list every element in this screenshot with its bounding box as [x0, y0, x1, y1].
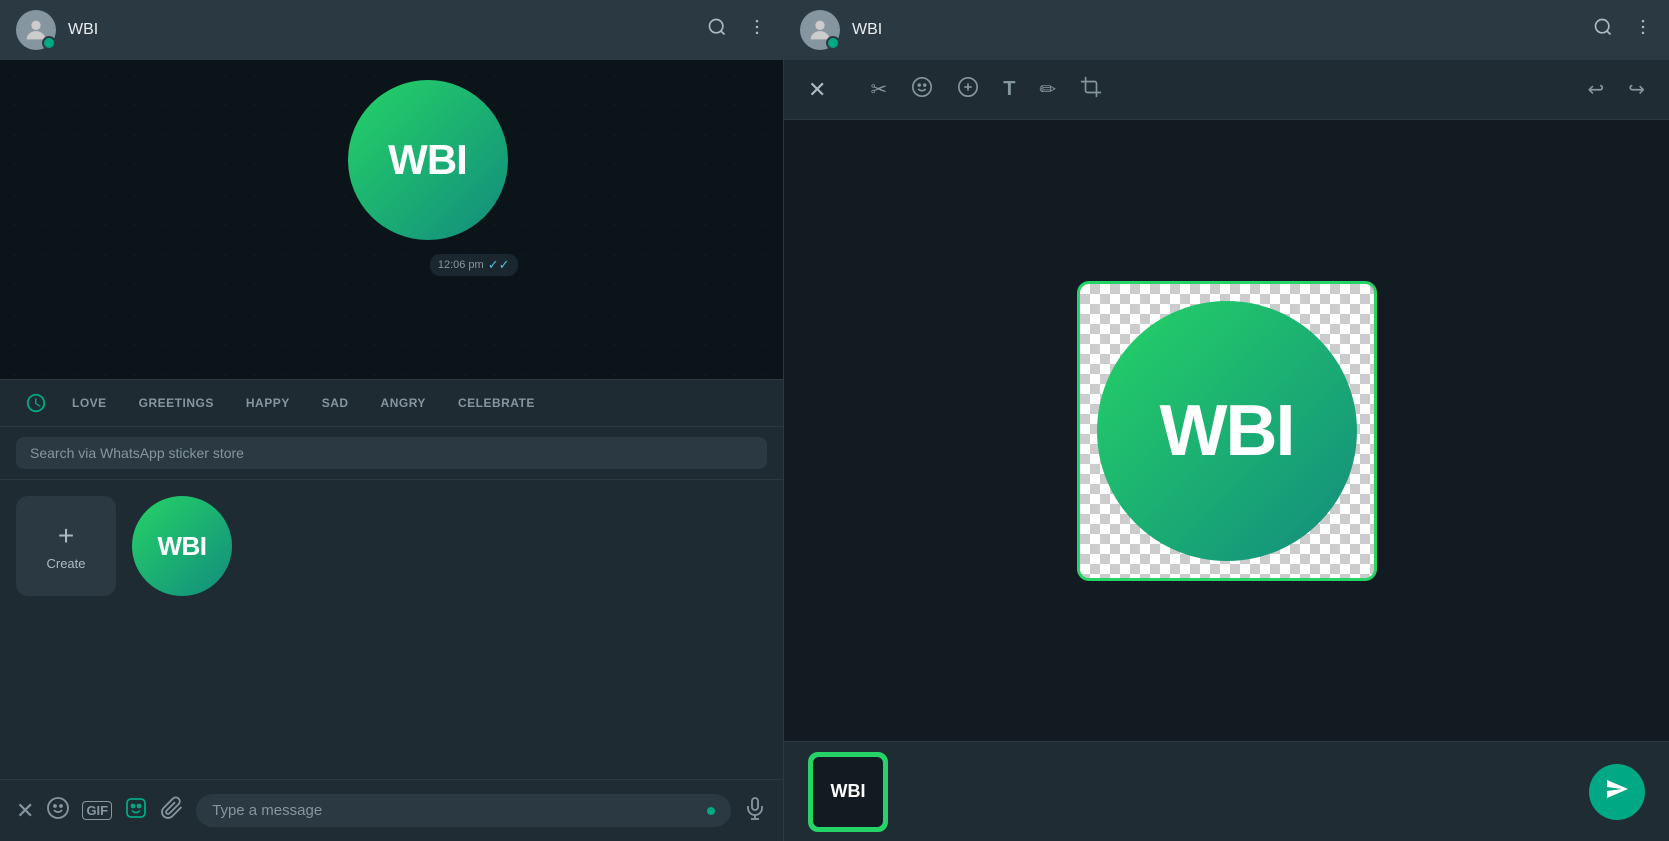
sticker-wbi-item[interactable]: WBI [132, 496, 232, 596]
message-input-container [196, 794, 731, 827]
tab-recent[interactable] [16, 380, 56, 426]
close-chat-icon[interactable]: ✕ [16, 798, 34, 824]
input-dot [707, 807, 715, 815]
sticker-picker-icon[interactable] [124, 796, 148, 826]
undo-icon[interactable]: ↩ [1587, 77, 1604, 102]
header-icons [707, 17, 767, 43]
text-icon[interactable]: T [1003, 78, 1015, 101]
tab-celebrate[interactable]: CELEBRATE [442, 384, 551, 422]
right-bottom-bar: WBI [784, 741, 1669, 841]
time-text: 12:06 pm [438, 259, 484, 271]
attach-icon[interactable] [160, 796, 184, 826]
avatar-badge [42, 36, 56, 50]
tab-angry[interactable]: ANGRY [365, 384, 442, 422]
editor-close-icon[interactable]: ✕ [808, 77, 826, 103]
send-sticker-button[interactable] [1589, 764, 1645, 820]
tab-love[interactable]: LOVE [56, 384, 123, 422]
bottom-toolbar: ✕ GIF [0, 779, 783, 841]
right-avatar[interactable] [800, 10, 840, 50]
sticker-add-icon[interactable] [957, 76, 979, 104]
redo-icon[interactable]: ↪ [1628, 77, 1645, 102]
crop-icon[interactable] [1080, 76, 1102, 104]
right-chat-header: WBI [784, 0, 1669, 60]
search-icon[interactable] [707, 17, 727, 43]
right-header-left: WBI [800, 10, 1581, 50]
editor-emoji-icon[interactable] [911, 76, 933, 104]
create-label: Create [46, 556, 85, 571]
canvas-wbi-text: WBI [1160, 390, 1294, 472]
message-time: 12:06 pm ✓✓ [430, 254, 518, 276]
read-receipt: ✓✓ [488, 257, 510, 273]
preview-wbi-text: WBI [831, 781, 866, 802]
sticker-picker: LOVE GREETINGS HAPPY SAD ANGRY CELEBRATE… [0, 379, 783, 779]
gif-icon[interactable]: GIF [82, 801, 112, 820]
sticker-message: WBI 12:06 pm ✓✓ [338, 70, 518, 276]
sticker-preview-inner: WBI [813, 757, 883, 827]
right-more-options-icon[interactable] [1633, 17, 1653, 43]
message-input[interactable] [212, 802, 699, 819]
tab-happy[interactable]: HAPPY [230, 384, 306, 422]
mic-icon[interactable] [743, 796, 767, 826]
sticker-image: WBI [338, 70, 518, 250]
avatar[interactable] [16, 10, 56, 50]
editor-toolbar: ✕ ✂ T ✏ ↩ ↪ [784, 60, 1669, 120]
more-options-icon[interactable] [747, 17, 767, 43]
tab-greetings[interactable]: GREETINGS [123, 384, 230, 422]
chat-name: WBI [68, 21, 695, 39]
emoji-icon[interactable] [46, 796, 70, 826]
right-avatar-badge [826, 36, 840, 50]
chat-area: WBI 12:06 pm ✓✓ [0, 60, 783, 379]
sticker-search-input[interactable] [16, 437, 767, 469]
send-icon [1605, 777, 1629, 807]
wbi-sticker-text: WBI [388, 136, 467, 184]
chat-header: WBI [0, 0, 783, 60]
right-panel: WBI ✕ ✂ T ✏ ↩ ↪ [784, 0, 1669, 841]
tab-sad[interactable]: SAD [306, 384, 365, 422]
wbi-sticker-circle: WBI [348, 80, 508, 240]
right-chat-name: WBI [852, 21, 1581, 39]
sticker-tabs: LOVE GREETINGS HAPPY SAD ANGRY CELEBRATE [0, 380, 783, 427]
create-sticker-button[interactable]: + Create [16, 496, 116, 596]
sticker-wbi-text: WBI [157, 531, 206, 562]
editor-main: WBI [784, 120, 1669, 741]
draw-icon[interactable]: ✏ [1039, 77, 1056, 102]
sticker-preview-box: WBI [808, 752, 888, 832]
right-header-icons [1593, 17, 1653, 43]
left-panel: WBI WBI 12:06 pm ✓✓ [0, 0, 783, 841]
plus-icon: + [58, 522, 74, 550]
scissors-icon[interactable]: ✂ [870, 77, 887, 102]
sticker-search-container [0, 427, 783, 480]
sticker-canvas: WBI [1077, 281, 1377, 581]
canvas-wbi-circle: WBI [1097, 301, 1357, 561]
sticker-grid: + Create WBI [0, 480, 783, 779]
right-search-icon[interactable] [1593, 17, 1613, 43]
